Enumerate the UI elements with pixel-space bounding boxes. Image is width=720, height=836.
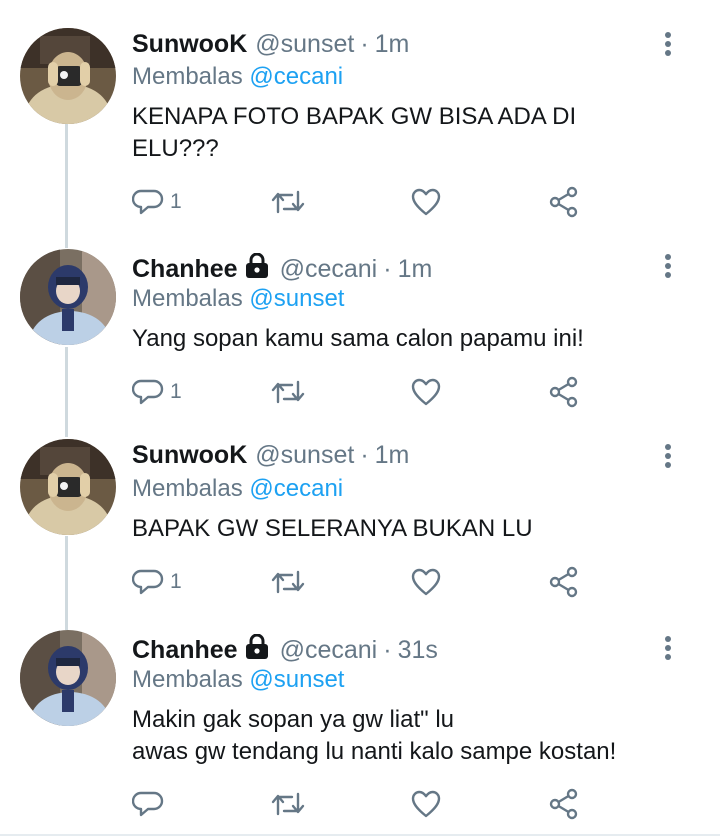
- tweet-actions: 1: [130, 374, 600, 414]
- reply-mention[interactable]: @sunset: [249, 285, 344, 312]
- reply-count: 1: [170, 380, 182, 403]
- retweet-icon: [271, 792, 305, 816]
- reply-button[interactable]: 1: [132, 374, 182, 410]
- display-name[interactable]: SunwooK: [132, 441, 247, 470]
- reply-mention[interactable]: @cecani: [249, 475, 343, 502]
- separator-dot: ·: [383, 636, 392, 664]
- retweet-button[interactable]: [270, 184, 306, 220]
- share-button[interactable]: [548, 786, 580, 822]
- reply-icon: [132, 379, 164, 405]
- avatar[interactable]: [20, 249, 116, 345]
- tweet-actions: [130, 786, 600, 826]
- tweet-text-line: ELU???: [132, 135, 219, 162]
- reply-prefix: Membalas: [132, 285, 243, 312]
- retweet-button[interactable]: [270, 786, 306, 822]
- tweet-text-line: BAPAK GW SELERANYA BUKAN LU: [132, 515, 533, 542]
- reply-prefix: Membalas: [132, 666, 243, 693]
- like-icon: [411, 188, 441, 216]
- reply-count: 1: [170, 190, 182, 213]
- reply-mention[interactable]: @cecani: [249, 63, 343, 90]
- tweet-text-line: Yang sopan kamu sama calon papamu ini!: [132, 325, 584, 352]
- like-button[interactable]: [410, 786, 442, 822]
- lock-icon: [244, 633, 270, 667]
- reply-prefix: Membalas: [132, 63, 243, 90]
- tweet-text: Yang sopan kamu sama calon papamu ini!: [132, 323, 692, 355]
- separator-dot: ·: [360, 441, 369, 469]
- more-vertical-icon[interactable]: [658, 634, 678, 664]
- like-icon: [411, 790, 441, 818]
- more-vertical-icon[interactable]: [658, 252, 678, 282]
- display-name[interactable]: Chanhee: [132, 636, 238, 665]
- tweet-header: Chanhee @cecani · 31s: [132, 633, 438, 667]
- reply-button[interactable]: 1: [132, 564, 182, 600]
- tweet-text: KENAPA FOTO BAPAK GW BISA ADA DI ELU???: [132, 101, 692, 165]
- like-icon: [411, 378, 441, 406]
- timestamp[interactable]: 1m: [375, 30, 410, 59]
- like-button[interactable]: [410, 374, 442, 410]
- reply-icon: [132, 189, 164, 215]
- like-button[interactable]: [410, 564, 442, 600]
- tweet-header: SunwooK @sunset · 1m: [132, 30, 409, 59]
- tweet-actions: 1: [130, 184, 600, 224]
- retweet-button[interactable]: [270, 374, 306, 410]
- display-name[interactable]: SunwooK: [132, 30, 247, 59]
- tweet-1[interactable]: SunwooK @sunset · 1m Membalas @cecani KE…: [0, 0, 720, 235]
- reply-context: Membalas @cecani: [132, 475, 343, 503]
- reply-icon: [132, 791, 164, 817]
- timestamp[interactable]: 1m: [398, 255, 433, 284]
- reply-button[interactable]: [132, 786, 170, 822]
- tweet-4[interactable]: Chanhee @cecani · 31s Membalas @sunset M…: [0, 618, 720, 834]
- lock-icon: [244, 252, 270, 286]
- share-button[interactable]: [548, 184, 580, 220]
- more-vertical-icon[interactable]: [658, 442, 678, 472]
- more-vertical-icon[interactable]: [658, 30, 678, 60]
- share-icon: [549, 186, 578, 218]
- display-name[interactable]: Chanhee: [132, 255, 238, 284]
- retweet-icon: [271, 380, 305, 404]
- separator-dot: ·: [360, 30, 369, 58]
- user-handle[interactable]: @cecani: [280, 255, 378, 284]
- like-button[interactable]: [410, 184, 442, 220]
- retweet-button[interactable]: [270, 564, 306, 600]
- user-handle[interactable]: @cecani: [280, 636, 378, 665]
- tweet-header: SunwooK @sunset · 1m: [132, 441, 409, 470]
- reply-prefix: Membalas: [132, 475, 243, 502]
- retweet-icon: [271, 190, 305, 214]
- tweet-2[interactable]: Chanhee @cecani · 1m Membalas @sunset Ya…: [0, 235, 720, 425]
- separator-dot: ·: [383, 255, 392, 283]
- tweet-text-line: KENAPA FOTO BAPAK GW BISA ADA DI: [132, 103, 577, 130]
- tweet-header: Chanhee @cecani · 1m: [132, 252, 433, 286]
- like-icon: [411, 568, 441, 596]
- tweet-text-line: awas gw tendang lu nanti kalo sampe kost…: [132, 738, 617, 765]
- reply-count: 1: [170, 570, 182, 593]
- retweet-icon: [271, 570, 305, 594]
- reply-icon: [132, 569, 164, 595]
- tweet-text: BAPAK GW SELERANYA BUKAN LU: [132, 513, 692, 545]
- timestamp[interactable]: 1m: [375, 441, 410, 470]
- share-icon: [549, 376, 578, 408]
- user-handle[interactable]: @sunset: [255, 30, 354, 59]
- share-button[interactable]: [548, 374, 580, 410]
- avatar[interactable]: [20, 28, 116, 124]
- tweet-text-line: Makin gak sopan ya gw liat" lu: [132, 706, 455, 733]
- share-icon: [549, 566, 578, 598]
- share-icon: [549, 788, 578, 820]
- timestamp[interactable]: 31s: [398, 636, 438, 665]
- reply-context: Membalas @cecani: [132, 63, 343, 91]
- avatar[interactable]: [20, 439, 116, 535]
- avatar[interactable]: [20, 630, 116, 726]
- tweet-actions: 1: [130, 564, 600, 604]
- reply-context: Membalas @sunset: [132, 666, 344, 694]
- reply-context: Membalas @sunset: [132, 285, 344, 313]
- reply-mention[interactable]: @sunset: [249, 666, 344, 693]
- reply-button[interactable]: 1: [132, 184, 182, 220]
- share-button[interactable]: [548, 564, 580, 600]
- user-handle[interactable]: @sunset: [255, 441, 354, 470]
- tweet-3[interactable]: SunwooK @sunset · 1m Membalas @cecani BA…: [0, 425, 720, 618]
- tweet-text: Makin gak sopan ya gw liat" lu awas gw t…: [132, 704, 692, 768]
